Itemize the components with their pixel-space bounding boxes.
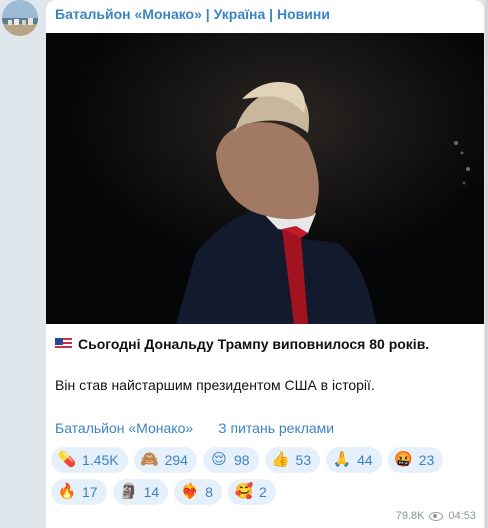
- reaction-heart-on-fire[interactable]: ❤️‍🔥 8: [174, 479, 222, 505]
- praying-hands-icon: 🙏: [332, 451, 352, 468]
- reaction-row-1: 💊 1.45K 🙈 294 😌 98 👍 53 🙏 44 🤬 23: [51, 447, 471, 473]
- eye-icon: [429, 511, 444, 521]
- reaction-count: 23: [418, 452, 435, 468]
- reaction-count: 44: [357, 452, 373, 468]
- monkey-icon: 🙈: [140, 451, 159, 468]
- reaction-fire[interactable]: 🔥 17: [51, 479, 107, 505]
- fire-icon: 🔥: [57, 483, 77, 500]
- reaction-count: 2: [258, 484, 267, 500]
- view-count: 79.8K: [395, 510, 425, 522]
- reaction-moai[interactable]: 🗿 14: [112, 479, 169, 505]
- smiling-hearts-icon: 🥰: [234, 483, 254, 500]
- relieved-face-icon: 😌: [211, 451, 227, 468]
- channel-link[interactable]: Батальйон «Монако»: [55, 420, 193, 436]
- reactions: 💊 1.45K 🙈 294 😌 98 👍 53 🙏 44 🤬 23 🔥 17 🗿 14 ❤️‍🔥…: [51, 447, 471, 511]
- angry-face-icon: 🤬: [394, 451, 414, 468]
- post-meta: 79.8K 04:53: [396, 510, 476, 522]
- reaction-count: 294: [164, 452, 188, 468]
- reaction-row-2: 🔥 17 🗿 14 ❤️‍🔥 8 🥰 2: [51, 479, 471, 505]
- post-text-line1: Сьогодні Дональду Трампу виповнилося 80 …: [55, 336, 429, 352]
- reaction-thumbs-up[interactable]: 👍 53: [264, 447, 321, 473]
- reaction-count: 14: [143, 484, 160, 500]
- message-bubble: Батальйон «Монако» | Україна | Новини Сь…: [46, 0, 484, 528]
- post-links: Батальйон «Монако» З питань реклами: [55, 420, 334, 436]
- post-headline: Сьогодні Дональду Трампу виповнилося 80 …: [78, 336, 430, 352]
- thumbs-up-icon: 👍: [271, 451, 290, 468]
- reaction-smiling-hearts[interactable]: 🥰 2: [227, 479, 276, 505]
- post-photo[interactable]: [46, 33, 484, 324]
- pill-icon: 💊: [57, 451, 77, 468]
- reaction-count: 53: [295, 452, 312, 468]
- post-text-line2: Він став найстаршим президентом США в іс…: [55, 377, 375, 393]
- channel-avatar[interactable]: [2, 0, 38, 36]
- reaction-count: 1.45K: [82, 452, 119, 468]
- post-time: 04:53: [448, 510, 476, 522]
- reaction-pill[interactable]: 💊 1.45K: [51, 447, 128, 473]
- reaction-relieved[interactable]: 😌 98: [202, 447, 259, 473]
- reaction-monkey[interactable]: 🙈 294: [133, 447, 197, 473]
- channel-name[interactable]: Батальйон «Монако» | Україна | Новини: [55, 6, 330, 22]
- reaction-count: 17: [82, 484, 98, 500]
- ads-link[interactable]: З питань реклами: [218, 420, 334, 436]
- reaction-angry[interactable]: 🤬 23: [387, 447, 444, 473]
- reaction-count: 8: [205, 484, 213, 500]
- reaction-pray[interactable]: 🙏 44: [326, 447, 382, 473]
- moai-icon: 🗿: [119, 483, 138, 500]
- reaction-count: 98: [233, 452, 250, 468]
- heart-on-fire-icon: ❤️‍🔥: [180, 483, 200, 500]
- us-flag-icon: [55, 338, 72, 350]
